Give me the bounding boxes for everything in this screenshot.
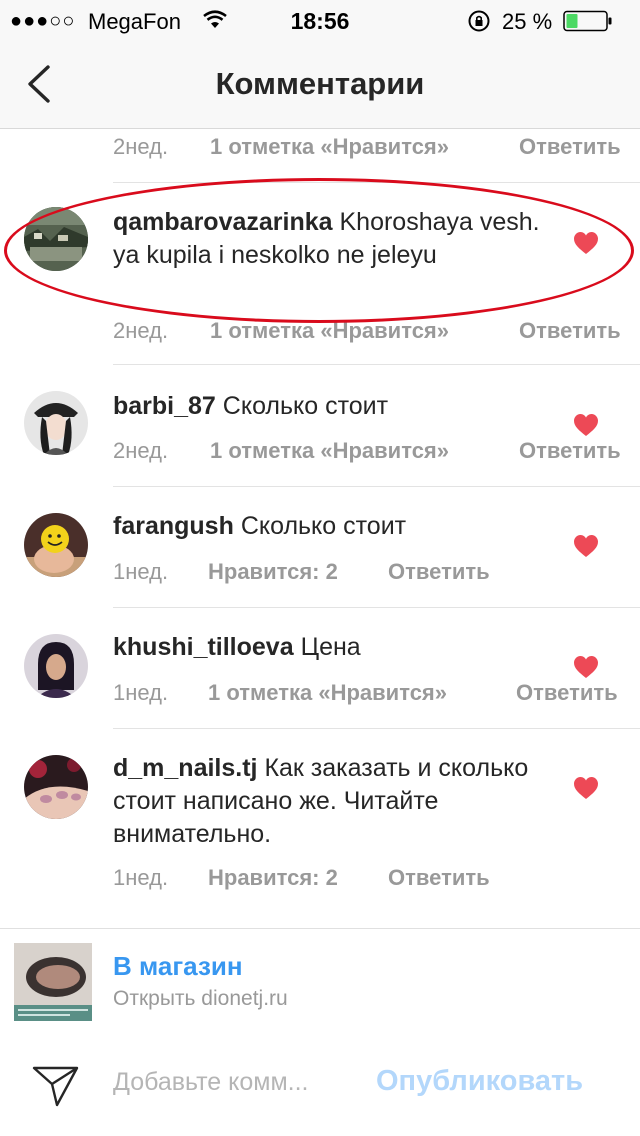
reply-button[interactable]: Ответить [388, 865, 490, 891]
comment-username[interactable]: farangush [113, 512, 234, 540]
battery-percent: 25 % [502, 9, 553, 34]
comment-username[interactable]: qambarovazarinka [113, 208, 333, 236]
comment-time: 2нед. [113, 134, 169, 159]
status-bar: ●●●○○ MegaFon 18:56 25 % [0, 0, 640, 40]
comment-input[interactable] [113, 1068, 363, 1097]
heart-icon[interactable] [573, 534, 599, 558]
navigation-bar: Комментарии [0, 40, 640, 129]
reply-button[interactable]: Ответить [519, 318, 621, 344]
divider [113, 182, 640, 183]
avatar[interactable] [24, 513, 88, 577]
comment-username[interactable]: khushi_tilloeva [113, 633, 294, 661]
comment-text: qambarovazarinka Khoroshaya vesh. ya kup… [113, 206, 543, 272]
comment-likes[interactable]: 1 отметка «Нравится» [208, 680, 447, 706]
rotation-lock-icon [467, 9, 491, 38]
avatar[interactable] [24, 755, 88, 819]
shop-subtitle: Открыть dionetj.ru [113, 987, 288, 1010]
divider [113, 728, 640, 729]
comment-time: 1нед. [113, 865, 169, 890]
comment-text: khushi_tilloeva Цена [113, 631, 543, 664]
comment-body: Сколько стоит [222, 392, 389, 420]
divider [113, 364, 640, 365]
avatar[interactable] [24, 391, 88, 455]
avatar[interactable] [24, 634, 88, 698]
reply-button[interactable]: Ответить [519, 134, 621, 160]
publish-button[interactable]: Опубликовать [376, 1065, 583, 1098]
shop-thumbnail [14, 943, 92, 1021]
comment-likes[interactable]: 1 отметка «Нравится» [210, 438, 449, 464]
comment-username[interactable]: barbi_87 [113, 392, 216, 420]
heart-icon[interactable] [573, 776, 599, 800]
comment-likes[interactable]: 1 отметка «Нравится» [210, 134, 449, 160]
comment-text: barbi_87 Сколько стоит [113, 390, 543, 423]
divider [113, 607, 640, 608]
comment-body: Цена [300, 633, 361, 661]
comment-username[interactable]: d_m_nails.tj [113, 754, 258, 782]
comment-time: 1нед. [113, 559, 169, 584]
comment-body: Сколько стоит [240, 512, 407, 540]
comment-text: d_m_nails.tj Как заказать и сколько стои… [113, 752, 543, 851]
reply-button[interactable]: Ответить [516, 680, 618, 706]
reply-button[interactable]: Ответить [519, 438, 621, 464]
comment-text: farangush Сколько стоит [113, 510, 543, 543]
comment-time: 2нед. [113, 438, 169, 463]
comment-time: 2нед. [113, 318, 169, 343]
comment-time: 1нед. [113, 680, 169, 705]
shop-banner[interactable]: В магазин Открыть dionetj.ru [0, 928, 640, 1035]
reply-button[interactable]: Ответить [388, 559, 490, 585]
avatar[interactable] [24, 207, 88, 271]
comment-likes[interactable]: Нравится: 2 [208, 559, 338, 585]
heart-icon[interactable] [573, 231, 599, 255]
divider [113, 486, 640, 487]
page-title: Комментарии [215, 66, 425, 101]
battery-icon [563, 10, 613, 37]
comment-likes[interactable]: Нравится: 2 [208, 865, 338, 891]
comment-input-bar: Опубликовать [0, 1034, 640, 1136]
heart-icon[interactable] [573, 655, 599, 679]
shop-link[interactable]: В магазин [113, 951, 243, 982]
comment-likes[interactable]: 1 отметка «Нравится» [210, 318, 449, 344]
heart-icon[interactable] [573, 413, 599, 437]
send-direct-icon[interactable] [32, 1064, 80, 1113]
